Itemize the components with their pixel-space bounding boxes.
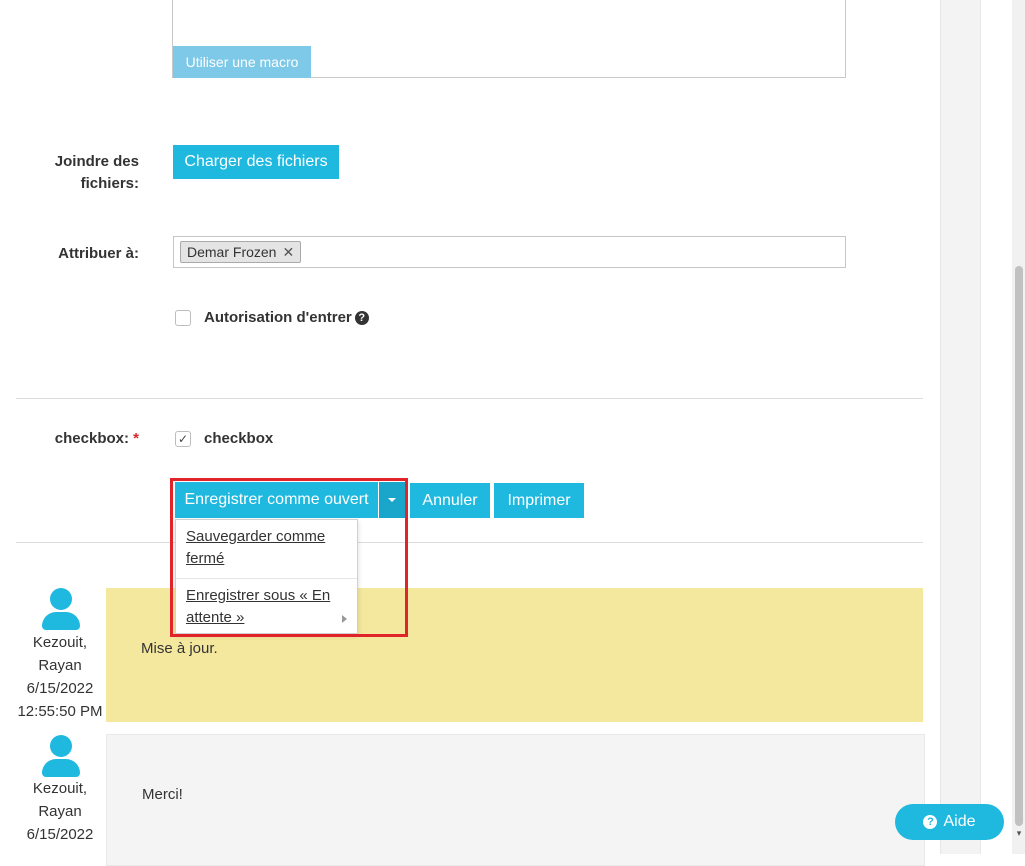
comment-author: Kezouit, Rayan 6/15/2022 [10, 777, 110, 846]
help-button-label: Aide [943, 813, 976, 830]
upload-files-button[interactable]: Charger des fichiers [173, 145, 339, 179]
attach-files-label-line1: Joindre des [54, 153, 139, 170]
checkbox-option-label: checkbox [204, 430, 274, 447]
author-name-line2: Rayan [38, 803, 82, 820]
author-name-line2: Rayan [38, 657, 82, 674]
permission-option: Autorisation d'entrer? [204, 309, 369, 326]
use-macro-button[interactable]: Utiliser une macro [173, 46, 311, 78]
right-gutter [940, 0, 981, 854]
avatar-body [42, 759, 80, 777]
author-name-line1: Kezouit, [32, 634, 88, 651]
attach-files-label: Joindre des fichiers: [30, 151, 139, 195]
avatar-body [42, 612, 80, 630]
assignee-field[interactable]: Demar Frozen ✕ [173, 236, 846, 268]
comment-text: Merci! [142, 786, 183, 803]
permission-checkbox[interactable] [175, 310, 191, 326]
remove-tag-icon[interactable]: ✕ [282, 242, 294, 262]
print-button[interactable]: Imprimer [494, 483, 584, 518]
cancel-button[interactable]: Annuler [410, 483, 490, 518]
highlight-annotation [170, 478, 408, 637]
checkbox-field-label-text: checkbox: [54, 430, 129, 447]
right-gutter-secondary [980, 0, 1011, 854]
comment-date: 6/15/2022 [26, 680, 94, 697]
scroll-down-arrow-icon[interactable]: ▾ [1014, 828, 1024, 839]
comment-author: Kezouit, Rayan 6/15/2022 12:55:50 PM [10, 631, 110, 723]
avatar-head [50, 735, 72, 757]
permission-label: Autorisation d'entrer [204, 309, 352, 326]
avatar-head [50, 588, 72, 610]
section-divider [16, 398, 923, 399]
help-icon[interactable]: ? [354, 311, 369, 325]
checkbox-option-checkbox[interactable]: ✓ [175, 431, 191, 447]
check-icon: ✓ [177, 432, 189, 446]
question-circle-icon: ? [923, 815, 938, 829]
required-marker: * [133, 430, 139, 447]
assignee-tag: Demar Frozen ✕ [180, 241, 302, 263]
comment-date: 6/15/2022 [26, 826, 94, 843]
help-button[interactable]: ? Aide [895, 804, 1004, 840]
author-name-line1: Kezouit, [32, 780, 88, 797]
checkbox-field-label: checkbox: * [30, 428, 139, 450]
comment-bubble: Merci! [106, 734, 925, 866]
comment-time: 12:55:50 PM [17, 703, 103, 720]
scrollbar-thumb[interactable] [1015, 266, 1023, 826]
comment-text: Mise à jour. [141, 640, 218, 657]
assignee-tag-label: Demar Frozen [187, 244, 277, 260]
actions-divider [16, 542, 923, 543]
assign-to-label: Attribuer à: [58, 245, 139, 262]
attach-files-label-line2: fichiers: [80, 175, 139, 192]
